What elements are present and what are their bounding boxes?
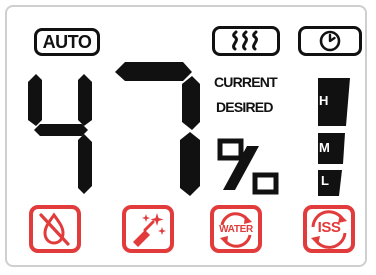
iss-button[interactable]: ISS (303, 205, 355, 253)
fan-speed-low-label: L (321, 173, 329, 188)
iss-button-label: ISS (317, 219, 341, 236)
no-water-button[interactable] (29, 205, 81, 253)
humidifier-display: AUTO 47 (0, 0, 376, 275)
clean-sparkle-icon (133, 213, 166, 247)
fan-speed-high-label: H (319, 93, 329, 108)
no-water-drop-icon (39, 212, 70, 246)
water-button-label: WATER (219, 224, 253, 235)
water-refill-button[interactable]: WATER (210, 205, 262, 253)
clean-button[interactable] (122, 205, 174, 253)
fan-speed-medium-label: M (319, 140, 330, 155)
